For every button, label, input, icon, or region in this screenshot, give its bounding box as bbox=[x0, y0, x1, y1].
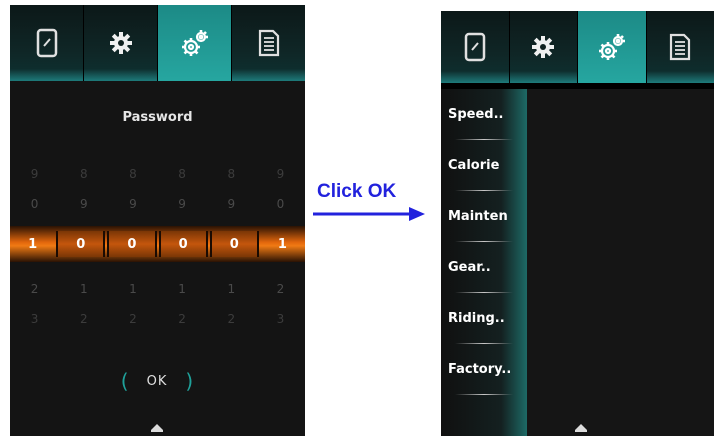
digit: 9 bbox=[178, 197, 186, 211]
digit: 1 bbox=[227, 282, 236, 296]
digit: 2 bbox=[227, 312, 236, 326]
tab-settings[interactable] bbox=[509, 11, 578, 83]
digit: 0 bbox=[30, 197, 39, 211]
digit: 9 bbox=[30, 167, 39, 181]
password-title: Password bbox=[122, 110, 193, 125]
tab-device[interactable] bbox=[10, 5, 84, 81]
digit: 9 bbox=[276, 167, 285, 181]
digit: 1 bbox=[178, 282, 186, 296]
password-digit-wheel-1[interactable]: 1 bbox=[10, 231, 55, 257]
menu-item-riding[interactable]: Riding.. bbox=[441, 293, 527, 344]
settings-side-menu: Speed.. Calorie Mainten Gear.. Riding.. … bbox=[441, 89, 527, 436]
eject-up-icon[interactable] bbox=[151, 424, 163, 432]
digit: 8 bbox=[129, 167, 137, 181]
menu-item-factory[interactable]: Factory.. bbox=[441, 344, 527, 395]
digit-row-upper-2: 9 8 8 8 8 9 bbox=[10, 167, 305, 181]
tab-records[interactable] bbox=[232, 5, 305, 81]
digit-row-upper-1: 0 9 9 9 9 0 bbox=[10, 197, 305, 211]
click-ok-annotation: Click OK bbox=[317, 181, 397, 202]
tab-bar bbox=[10, 5, 305, 81]
digit: 9 bbox=[227, 197, 236, 211]
document-icon bbox=[258, 29, 279, 57]
digit: 8 bbox=[79, 167, 88, 181]
tab-advanced-settings[interactable] bbox=[158, 5, 232, 81]
digit: 8 bbox=[178, 167, 186, 181]
gear-icon bbox=[109, 32, 132, 54]
gear-icon bbox=[532, 36, 555, 58]
password-digit-wheel-2[interactable]: 0 bbox=[56, 231, 106, 257]
ok-bracket-right: ) bbox=[185, 369, 194, 393]
ok-button[interactable]: ( OK ) bbox=[112, 370, 202, 392]
digit: 2 bbox=[79, 312, 88, 326]
menu-item-calorie[interactable]: Calorie bbox=[441, 140, 527, 191]
tab-device[interactable] bbox=[441, 11, 510, 83]
password-digit-wheel-4[interactable]: 0 bbox=[158, 231, 208, 257]
tab-bar bbox=[441, 11, 714, 89]
tab-settings[interactable] bbox=[84, 5, 158, 81]
digit-row-lower-1: 2 1 1 1 1 2 bbox=[10, 282, 305, 296]
digit: 2 bbox=[129, 312, 137, 326]
menu-item-maintenance[interactable]: Mainten bbox=[441, 191, 527, 242]
tab-records[interactable] bbox=[646, 11, 714, 83]
password-digit-wheel-5[interactable]: 0 bbox=[209, 231, 259, 257]
phone-icon bbox=[464, 32, 485, 62]
password-digit-wheel-3[interactable]: 0 bbox=[107, 231, 157, 257]
menu-item-gear[interactable]: Gear.. bbox=[441, 242, 527, 293]
password-screen: Password 9 8 8 8 8 9 0 9 9 9 9 0 1 0 0 0… bbox=[10, 5, 305, 436]
password-digit-wheel-6[interactable]: 1 bbox=[260, 231, 305, 257]
digit: 2 bbox=[178, 312, 186, 326]
gears-icon bbox=[181, 30, 208, 56]
password-selection-bar: 1 0 0 0 0 1 bbox=[10, 226, 305, 262]
digit: 0 bbox=[276, 197, 285, 211]
phone-icon bbox=[36, 28, 57, 58]
digit-row-lower-2: 3 2 2 2 2 3 bbox=[10, 312, 305, 326]
menu-item-speed[interactable]: Speed.. bbox=[441, 89, 527, 140]
digit: 1 bbox=[79, 282, 88, 296]
ok-bracket-left: ( bbox=[120, 369, 129, 393]
digit: 2 bbox=[276, 282, 285, 296]
document-icon bbox=[670, 33, 691, 61]
digit: 9 bbox=[129, 197, 137, 211]
digit: 8 bbox=[227, 167, 236, 181]
eject-up-icon[interactable] bbox=[575, 424, 587, 432]
tab-advanced-settings[interactable] bbox=[578, 11, 647, 83]
right-arrow-icon bbox=[313, 207, 425, 221]
digit: 9 bbox=[79, 197, 88, 211]
gears-icon bbox=[598, 34, 625, 60]
digit: 3 bbox=[30, 312, 39, 326]
digit: 3 bbox=[276, 312, 285, 326]
ok-button-label: OK bbox=[146, 373, 168, 389]
digit: 1 bbox=[129, 282, 137, 296]
settings-menu-screen: Speed.. Calorie Mainten Gear.. Riding.. … bbox=[441, 11, 714, 436]
digit: 2 bbox=[30, 282, 39, 296]
